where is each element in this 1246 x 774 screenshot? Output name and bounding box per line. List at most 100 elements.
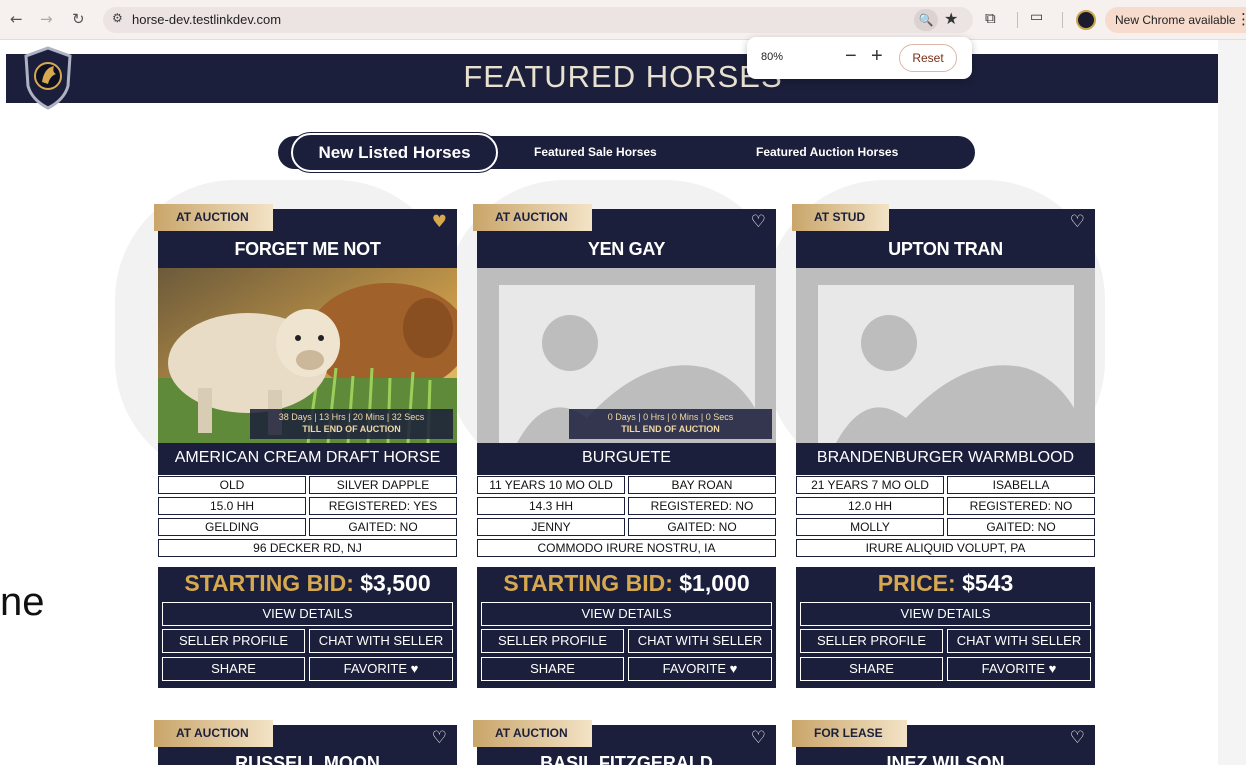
price-label: STARTING BID: (503, 570, 673, 596)
horse-facts: 11 YEARS 10 MO OLD BAY ROAN 14.3 HH REGISTE… (477, 475, 776, 567)
price-label: PRICE: (877, 570, 956, 596)
horse-card[interactable]: AT STUD ♡ UPTON TRAN BRANDENBURGER WARMBLOO… (792, 204, 1095, 688)
fact-height: 14.3 HH (477, 497, 625, 515)
fact-height: 15.0 HH (158, 497, 306, 515)
chat-with-seller-button[interactable]: CHAT WITH SELLER (947, 629, 1091, 653)
reading-mode-icon[interactable]: ▭ (1030, 9, 1043, 25)
favorite-button[interactable]: FAVORITE ♥ (628, 657, 772, 681)
zoom-reset-button[interactable]: Reset (899, 44, 957, 72)
horse-name: YEN GAY (587, 239, 666, 259)
price-value: $543 (962, 570, 1014, 596)
fact-sex: GELDING (158, 518, 306, 536)
view-details-button[interactable]: VIEW DETAILS (162, 602, 453, 626)
horse-name: INEZ WILSON (886, 753, 1005, 773)
seller-profile-button[interactable]: SELLER PROFILE (162, 629, 305, 653)
favorite-heart-icon[interactable]: ♡ (1070, 212, 1085, 232)
share-button[interactable]: SHARE (800, 657, 943, 681)
forward-icon[interactable]: → (40, 10, 53, 28)
fact-registered: REGISTERED: YES (309, 497, 457, 515)
zoom-level: 80% (761, 51, 784, 63)
fact-location: 96 DECKER RD, NJ (158, 539, 457, 557)
horse-photo-frame[interactable] (796, 268, 1095, 443)
zoom-icon[interactable]: 🔍 (914, 9, 938, 31)
fact-color: BAY ROAN (628, 476, 776, 494)
horse-breed: BRANDENBURGER WARMBLOOD (816, 449, 1075, 466)
horse-name: BASIL FITZGERALD (540, 753, 713, 773)
new-chrome-available-button[interactable]: New Chrome available (1105, 7, 1246, 33)
fact-registered: REGISTERED: NO (628, 497, 776, 515)
price: STARTING BID: $1,000 (477, 570, 776, 597)
listing-type-badge: FOR LEASE (792, 720, 907, 747)
url-text[interactable]: horse-dev.testlinkdev.com (132, 12, 281, 27)
chrome-menu-icon[interactable]: ⋮ (1236, 10, 1246, 28)
zoom-popup: 80% − + Reset (747, 37, 972, 79)
horse-card[interactable]: AT AUCTION ♥ FORGET ME NOT 38 Days | 13 Hrs… (154, 204, 457, 688)
site-info-icon[interactable]: ⚙ (112, 11, 123, 25)
cut-off-text: ne (0, 580, 45, 624)
auction-countdown: 38 Days | 13 Hrs | 20 Mins | 32 Secs TILL… (250, 409, 453, 439)
countdown-values: 38 Days | 13 Hrs | 20 Mins | 32 Secs (278, 412, 425, 422)
horse-breed: AMERICAN CREAM DRAFT HORSE (174, 449, 441, 466)
fact-location: IRURE ALIQUID VOLUPT, PA (796, 539, 1095, 557)
fact-gaited: GAITED: NO (947, 518, 1095, 536)
profile-avatar[interactable] (1076, 10, 1096, 30)
horse-card[interactable]: FOR LEASE ♡ INEZ WILSON (792, 720, 1095, 773)
share-button[interactable]: SHARE (481, 657, 624, 681)
zoom-in-button[interactable]: + (871, 45, 883, 68)
favorite-button[interactable]: FAVORITE ♥ (947, 657, 1091, 681)
zoom-out-button[interactable]: − (845, 45, 857, 68)
seller-profile-button[interactable]: SELLER PROFILE (481, 629, 624, 653)
favorite-heart-icon[interactable]: ♡ (432, 728, 447, 748)
auction-countdown: 0 Days | 0 Hrs | 0 Mins | 0 Secs TILL END… (569, 409, 772, 439)
horse-card[interactable]: AT AUCTION ♡ YEN GAY 0 Days | 0 Hrs | 0 Min… (473, 204, 776, 688)
view-details-button[interactable]: VIEW DETAILS (481, 602, 772, 626)
listing-type-badge: AT AUCTION (154, 720, 273, 747)
countdown-label: TILL END OF AUCTION (621, 424, 720, 434)
horse-card[interactable]: AT AUCTION ♡ RUSSELL MOON (154, 720, 457, 773)
bookmark-star-icon[interactable]: ★ (944, 9, 958, 28)
fact-color: ISABELLA (947, 476, 1095, 494)
horse-name: FORGET ME NOT (234, 239, 381, 259)
price-label: STARTING BID: (184, 570, 354, 596)
fact-color: SILVER DAPPLE (309, 476, 457, 494)
view-details-button[interactable]: VIEW DETAILS (800, 602, 1091, 626)
fact-registered: REGISTERED: NO (947, 497, 1095, 515)
seller-profile-button[interactable]: SELLER PROFILE (800, 629, 943, 653)
tab-new-listed-horses[interactable]: New Listed Horses (291, 133, 498, 172)
listing-type-badge: AT AUCTION (473, 204, 592, 231)
price: STARTING BID: $3,500 (158, 570, 457, 597)
toolbar-divider (1062, 12, 1063, 28)
horse-breed: BURGUETE (582, 449, 671, 466)
horse-photo-frame[interactable]: 0 Days | 0 Hrs | 0 Mins | 0 Secs TILL END… (477, 268, 776, 443)
horse-photo-frame[interactable]: 38 Days | 13 Hrs | 20 Mins | 32 Secs TILL… (158, 268, 457, 443)
horse-name: UPTON TRAN (888, 239, 1003, 259)
fact-location: COMMODO IRURE NOSTRU, IA (477, 539, 776, 557)
tab-featured-sale-horses[interactable]: Featured Sale Horses (534, 136, 657, 169)
horse-facts: 21 YEARS 7 MO OLD ISABELLA 12.0 HH REGISTER… (796, 475, 1095, 567)
horse-card[interactable]: AT AUCTION ♡ BASIL FITZGERALD (473, 720, 776, 773)
chat-with-seller-button[interactable]: CHAT WITH SELLER (309, 629, 453, 653)
tab-featured-auction-horses[interactable]: Featured Auction Horses (756, 136, 898, 169)
fact-gaited: GAITED: NO (628, 518, 776, 536)
favorite-heart-icon[interactable]: ♡ (751, 212, 766, 232)
fact-height: 12.0 HH (796, 497, 944, 515)
fact-age: OLD (158, 476, 306, 494)
fact-gaited: GAITED: NO (309, 518, 457, 536)
price-value: $3,500 (360, 570, 431, 596)
back-icon[interactable]: ← (10, 10, 23, 28)
toolbar-divider (1017, 12, 1018, 28)
extensions-icon[interactable]: ⧉ (985, 9, 996, 27)
countdown-values: 0 Days | 0 Hrs | 0 Mins | 0 Secs (607, 412, 734, 422)
chat-with-seller-button[interactable]: CHAT WITH SELLER (628, 629, 772, 653)
placeholder-image-icon (796, 268, 1095, 443)
favorite-heart-icon[interactable]: ♡ (751, 728, 766, 748)
fact-sex: MOLLY (796, 518, 944, 536)
reload-icon[interactable]: ↻ (72, 10, 85, 28)
page-scrollbar[interactable] (1218, 40, 1246, 765)
favorite-heart-icon[interactable]: ♡ (1070, 728, 1085, 748)
favorite-button[interactable]: FAVORITE ♥ (309, 657, 453, 681)
favorite-heart-icon[interactable]: ♥ (432, 212, 447, 232)
countdown-label: TILL END OF AUCTION (302, 424, 401, 434)
share-button[interactable]: SHARE (162, 657, 305, 681)
horse-facts: OLD SILVER DAPPLE 15.0 HH REGISTERED: YES GE… (158, 475, 457, 567)
